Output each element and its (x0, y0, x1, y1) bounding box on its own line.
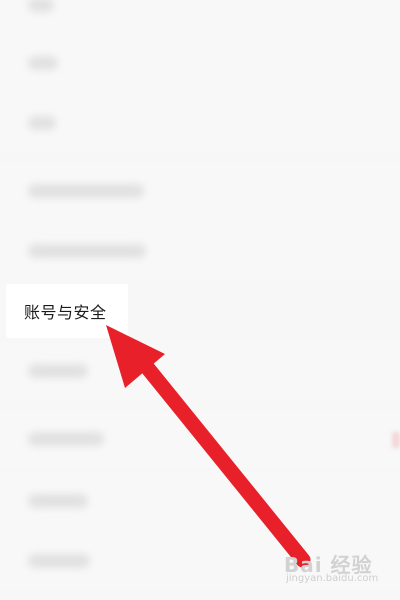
settings-page: 账号与安全 Bai 经验 jingyan.baidu.com (0, 0, 400, 600)
watermark-url: jingyan.baidu.com (286, 573, 379, 584)
blurred-label (28, 56, 58, 70)
settings-row-blurred[interactable] (0, 34, 400, 92)
settings-row-blurred[interactable] (0, 162, 400, 220)
settings-item-account-security[interactable]: 账号与安全 (6, 284, 128, 338)
blurred-label (28, 0, 54, 12)
watermark: Bai 经验 jingyan.baidu.com (284, 543, 396, 595)
blurred-label (28, 116, 56, 130)
settings-row-blurred[interactable] (0, 472, 400, 530)
settings-row-blurred[interactable] (0, 222, 400, 280)
blurred-label (28, 244, 146, 258)
settings-row-blurred[interactable] (0, 410, 400, 468)
blurred-label (28, 364, 88, 378)
blurred-label (28, 432, 104, 446)
badge-dot (392, 432, 400, 448)
account-security-label: 账号与安全 (24, 303, 107, 322)
settings-row-blurred[interactable] (0, 342, 400, 400)
blurred-label (28, 494, 88, 508)
settings-row-blurred[interactable] (0, 0, 400, 34)
settings-row-blurred[interactable] (0, 94, 400, 152)
blurred-label (28, 184, 144, 198)
blurred-label (28, 554, 90, 568)
